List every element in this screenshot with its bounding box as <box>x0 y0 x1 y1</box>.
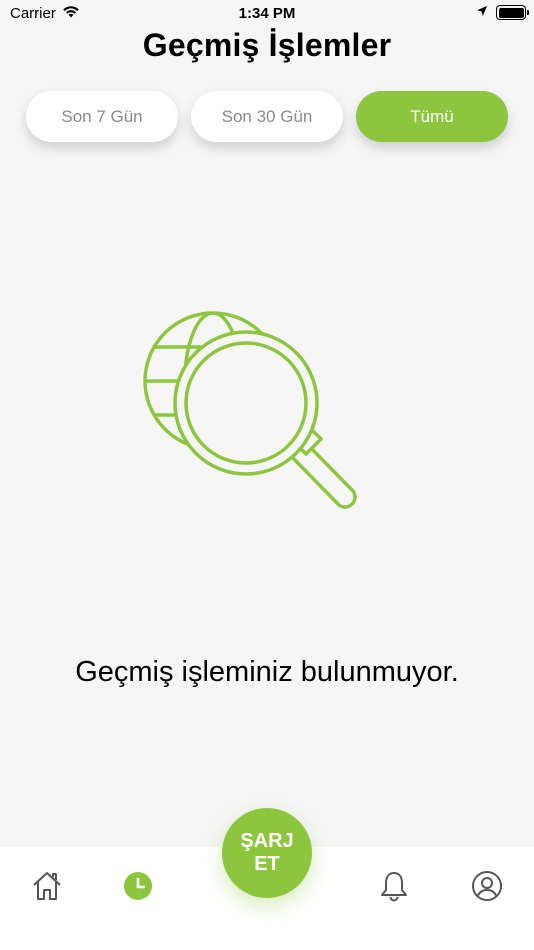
filter-tab-last-30-days[interactable]: Son 30 Gün <box>191 91 343 142</box>
nav-home[interactable] <box>27 868 67 908</box>
filter-tab-all[interactable]: Tümü <box>356 91 508 142</box>
bell-icon <box>379 870 409 907</box>
clock-icon <box>123 871 153 906</box>
charge-button-label: ŞARJ ET <box>240 830 294 875</box>
battery-icon <box>496 5 529 20</box>
charge-button[interactable]: ŞARJ ET <box>222 808 312 898</box>
nav-history[interactable] <box>118 868 158 908</box>
nav-profile[interactable] <box>467 868 507 908</box>
screen: Carrier 1:34 PM Geçmiş İşlemler Son 7 Gü… <box>0 0 534 950</box>
status-bar: Carrier 1:34 PM <box>0 0 534 28</box>
filter-tab-last-7-days[interactable]: Son 7 Gün <box>26 91 178 142</box>
page-title: Geçmiş İşlemler <box>142 27 392 63</box>
location-arrow-icon <box>476 4 488 21</box>
profile-icon <box>471 870 503 907</box>
status-indicators <box>476 4 529 21</box>
home-icon <box>31 870 63 907</box>
globe-magnifier-icon <box>135 305 375 535</box>
nav-notifications[interactable] <box>374 868 414 908</box>
empty-state-message: Geçmiş işleminiz bulunmuyor. <box>75 656 459 688</box>
filter-tabs: Son 7 Gün Son 30 Gün Tümü <box>26 91 508 142</box>
status-time: 1:34 PM <box>238 5 296 22</box>
